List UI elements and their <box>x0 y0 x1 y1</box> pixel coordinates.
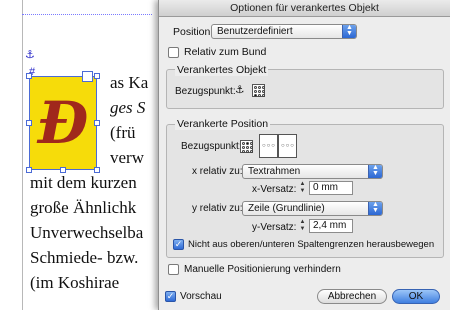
preview-label: Vorschau <box>180 291 222 302</box>
position-select[interactable]: Benutzerdefiniert ▲ ▼ <box>211 24 357 39</box>
spread-pages-icon: ○○○ ○○○ <box>259 134 299 158</box>
text-line: große Ähnlichk <box>30 198 137 217</box>
x-offset-label: x-Versatz: <box>252 184 297 195</box>
anchor-marker-icon: ⚓︎ <box>25 48 35 61</box>
text-line: Schmiede- bzw. <box>30 248 139 267</box>
chevron-updown-icon: ▲ ▼ <box>368 201 382 215</box>
relativ-bund-checkbox[interactable] <box>168 47 179 58</box>
text-line: ges S <box>110 98 146 117</box>
object-reference-point-icon[interactable] <box>252 84 265 97</box>
keep-within-label: Nicht aus oberen/unteren Spaltengrenzen … <box>188 239 435 250</box>
initial-letter: Ð <box>37 89 89 157</box>
position-reference-label: Bezugspunkt: <box>181 141 242 152</box>
chevron-updown-icon: ▲ ▼ <box>342 24 356 38</box>
y-offset-field[interactable]: 2,4 mm <box>309 219 353 233</box>
chevron-updown-icon: ▲ ▼ <box>368 164 382 178</box>
manual-positioning-label: Manuelle Positionierung verhindern <box>184 264 341 275</box>
text-line: Unverwechselba <box>30 223 144 242</box>
anchored-object-reference-label: Bezugspunkt: <box>175 86 236 97</box>
preview-checkbox[interactable]: ✓ <box>165 291 176 302</box>
manual-positioning-checkbox[interactable] <box>168 264 179 275</box>
text-line: as Ka <box>110 73 149 92</box>
ok-button[interactable]: OK <box>392 289 440 304</box>
position-select-value: Benutzerdefiniert <box>217 26 293 37</box>
position-reference-point-icon[interactable] <box>240 140 253 153</box>
anchored-frame[interactable]: # Ð <box>26 66 100 173</box>
y-relative-value: Zeile (Grundlinie) <box>248 203 325 214</box>
anchor-icon: ⚓︎ <box>235 84 245 96</box>
x-relative-select[interactable]: Textrahmen ▲ ▼ <box>242 164 383 179</box>
x-relative-label: x relativ zu: <box>192 166 243 177</box>
frame-guide <box>22 14 152 15</box>
text-line: (im Koshirae <box>30 273 120 292</box>
x-offset-field[interactable]: 0 mm <box>309 181 353 195</box>
x-offset-stepper[interactable]: ▲ ▼ <box>298 181 307 195</box>
stepper-down-icon[interactable]: ▼ <box>298 226 307 233</box>
x-relative-value: Textrahmen <box>248 166 301 177</box>
y-relative-select[interactable]: Zeile (Grundlinie) ▲ ▼ <box>242 201 383 216</box>
margin-guide <box>22 0 23 310</box>
anchored-object-options-dialog: Optionen für verankertes Objekt Position… <box>158 0 450 310</box>
cancel-button[interactable]: Abbrechen <box>317 289 387 304</box>
anchored-object-heading: Verankertes Objekt <box>175 64 269 76</box>
y-offset-stepper[interactable]: ▲ ▼ <box>298 219 307 233</box>
text-line: verw <box>110 148 144 167</box>
y-relative-label: y relativ zu: <box>192 203 243 214</box>
relativ-bund-label: Relativ zum Bund <box>184 46 267 58</box>
stepper-up-icon[interactable]: ▲ <box>298 219 307 226</box>
stepper-down-icon[interactable]: ▼ <box>298 188 307 195</box>
keep-within-checkbox[interactable]: ✓ <box>173 239 184 250</box>
y-offset-label: y-Versatz: <box>252 222 297 233</box>
anchored-position-heading: Verankerte Position <box>175 118 271 130</box>
text-line: (frü <box>110 123 136 142</box>
stepper-up-icon[interactable]: ▲ <box>298 181 307 188</box>
position-label: Position: <box>173 26 214 38</box>
dialog-title: Optionen für verankertes Objekt <box>159 0 450 17</box>
text-line: mit dem kurzen <box>30 173 137 192</box>
